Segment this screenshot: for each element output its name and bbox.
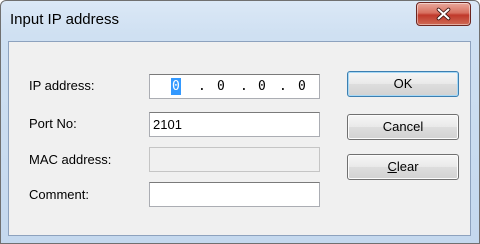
dialog-window: Input IP address IP address: 0 . 0 . 0 .…: [0, 0, 480, 244]
dialog-title: Input IP address: [10, 11, 119, 28]
ip-octet-1[interactable]: 0: [171, 78, 181, 95]
comment-input[interactable]: [149, 182, 320, 207]
clear-button-label: lear: [396, 159, 419, 174]
mac-address-input: [149, 147, 320, 172]
cancel-button[interactable]: Cancel: [347, 114, 459, 140]
cancel-button-label: Cancel: [382, 119, 424, 134]
close-icon: [436, 7, 451, 21]
clear-button[interactable]: Clear: [347, 154, 459, 180]
comment-label: Comment:: [29, 187, 89, 202]
dialog-body: IP address: 0 . 0 . 0 . 0 Port No: 2101 …: [8, 41, 471, 236]
port-input[interactable]: 2101: [149, 112, 320, 137]
close-button[interactable]: [416, 2, 471, 26]
ip-separator-2: .: [240, 79, 248, 94]
ip-separator-3: .: [279, 79, 287, 94]
port-value: 2101: [153, 117, 182, 132]
ip-address-label: IP address:: [29, 78, 95, 93]
port-label: Port No:: [29, 116, 77, 131]
ip-octet-3[interactable]: 0: [258, 78, 266, 95]
ip-address-input[interactable]: 0 . 0 . 0 . 0: [149, 74, 320, 99]
ok-button[interactable]: OK: [347, 71, 459, 97]
ip-octet-2[interactable]: 0: [217, 78, 225, 95]
ok-button-label: OK: [393, 76, 413, 91]
title-bar[interactable]: Input IP address: [1, 1, 479, 41]
ip-octet-4[interactable]: 0: [298, 78, 306, 95]
clear-button-mnemonic: C: [387, 159, 397, 174]
ip-separator-1: .: [198, 79, 206, 94]
mac-address-label: MAC address:: [29, 152, 112, 167]
